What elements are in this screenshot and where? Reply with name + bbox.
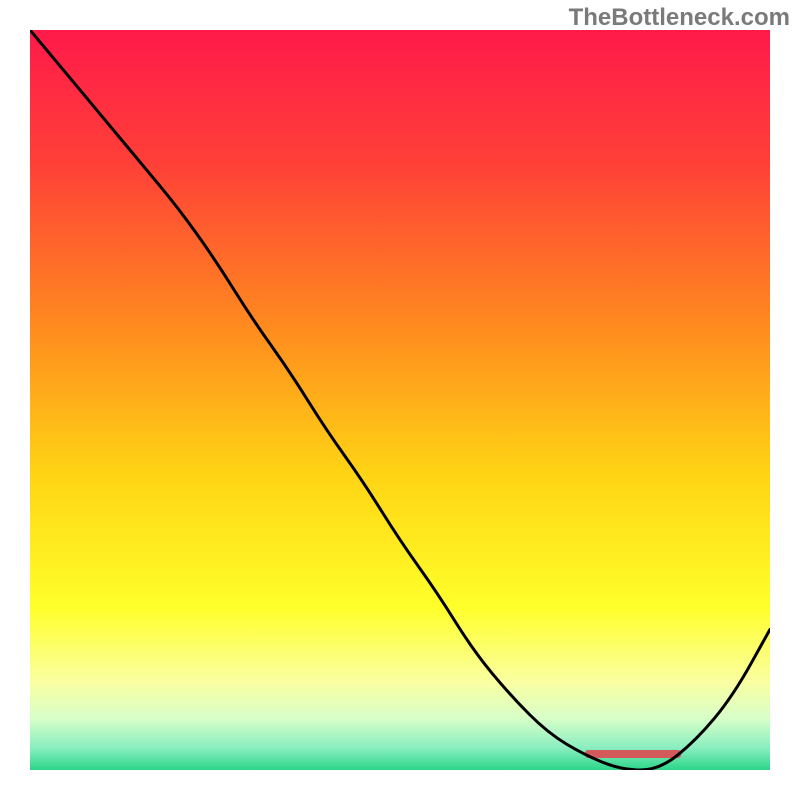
chart-canvas bbox=[30, 30, 770, 770]
minimum-region-marker bbox=[585, 750, 681, 758]
chart-frame: TheBottleneck.com bbox=[0, 0, 800, 800]
plot-background bbox=[30, 30, 770, 770]
watermark-label: TheBottleneck.com bbox=[569, 4, 790, 32]
